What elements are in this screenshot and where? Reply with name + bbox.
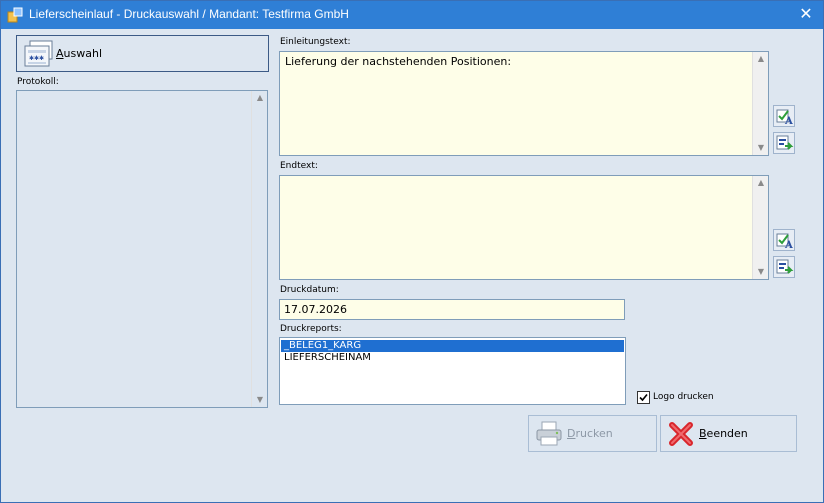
red-x-icon bbox=[669, 422, 693, 446]
auswahl-label: Auswahl bbox=[56, 47, 102, 60]
einleitung-edit-button[interactable]: A bbox=[773, 105, 795, 127]
einleitung-textarea[interactable]: Lieferung der nachstehenden Positionen: … bbox=[279, 51, 769, 156]
druckdatum-label: Druckdatum: bbox=[280, 285, 339, 295]
svg-text:A: A bbox=[784, 240, 793, 250]
scroll-down-icon[interactable]: ▼ bbox=[753, 141, 769, 155]
endtext-label: Endtext: bbox=[280, 161, 318, 171]
endtext-textarea[interactable]: ▲ ▼ bbox=[279, 175, 769, 280]
drucken-button[interactable]: Drucken bbox=[528, 415, 657, 452]
close-button[interactable]: ✕ bbox=[797, 5, 815, 23]
einleitung-text: Lieferung der nachstehenden Positionen: bbox=[285, 55, 512, 68]
printer-icon bbox=[536, 421, 562, 446]
title-bar[interactable]: Lieferscheinlauf - Druckauswahl / Mandan… bbox=[1, 1, 823, 29]
svg-text:✱✱✱: ✱✱✱ bbox=[29, 55, 44, 62]
edit-text-icon: A bbox=[776, 109, 793, 127]
app-icon bbox=[7, 7, 23, 23]
drucken-label: Drucken bbox=[567, 427, 613, 440]
scroll-down-icon[interactable]: ▼ bbox=[252, 393, 268, 407]
logo-label: Logo drucken bbox=[653, 392, 714, 402]
endtext-edit-button[interactable]: A bbox=[773, 229, 795, 251]
scroll-down-icon[interactable]: ▼ bbox=[753, 265, 769, 279]
beenden-label: Beenden bbox=[699, 427, 748, 440]
druckdatum-input[interactable]: 17.07.2026 bbox=[279, 299, 625, 320]
import-text-icon bbox=[776, 259, 794, 274]
selection-form-icon: ✱✱✱ bbox=[24, 40, 53, 67]
auswahl-button[interactable]: ✱✱✱ Auswahl bbox=[16, 35, 269, 72]
einleitung-scrollbar[interactable]: ▲ ▼ bbox=[752, 52, 768, 155]
checkmark-icon bbox=[639, 393, 648, 402]
list-item[interactable]: LIEFERSCHEINAM bbox=[281, 352, 624, 364]
import-text-icon bbox=[776, 135, 794, 150]
scroll-up-icon[interactable]: ▲ bbox=[753, 176, 769, 190]
endtext-scrollbar[interactable]: ▲ ▼ bbox=[752, 176, 768, 279]
druckreports-label: Druckreports: bbox=[280, 324, 342, 334]
dialog-window: Lieferscheinlauf - Druckauswahl / Mandan… bbox=[0, 0, 824, 503]
protokoll-list[interactable]: ▲ ▼ bbox=[16, 90, 268, 408]
protokoll-scrollbar[interactable]: ▲ ▼ bbox=[251, 91, 267, 407]
einleitung-label: Einleitungstext: bbox=[280, 37, 351, 47]
list-item[interactable]: _BELEG1_KARG bbox=[281, 340, 624, 352]
endtext-import-button[interactable] bbox=[773, 256, 795, 278]
close-icon: ✕ bbox=[799, 4, 813, 23]
window-title: Lieferscheinlauf - Druckauswahl / Mandan… bbox=[29, 7, 349, 21]
druckreports-list[interactable]: _BELEG1_KARG LIEFERSCHEINAM bbox=[279, 337, 626, 405]
edit-text-icon: A bbox=[776, 233, 793, 251]
svg-text:A: A bbox=[784, 116, 793, 126]
scroll-up-icon[interactable]: ▲ bbox=[753, 52, 769, 66]
protokoll-label: Protokoll: bbox=[17, 77, 59, 87]
logo-checkbox[interactable] bbox=[637, 391, 650, 404]
scroll-up-icon[interactable]: ▲ bbox=[252, 91, 268, 105]
beenden-button[interactable]: Beenden bbox=[660, 415, 797, 452]
einleitung-import-button[interactable] bbox=[773, 132, 795, 154]
